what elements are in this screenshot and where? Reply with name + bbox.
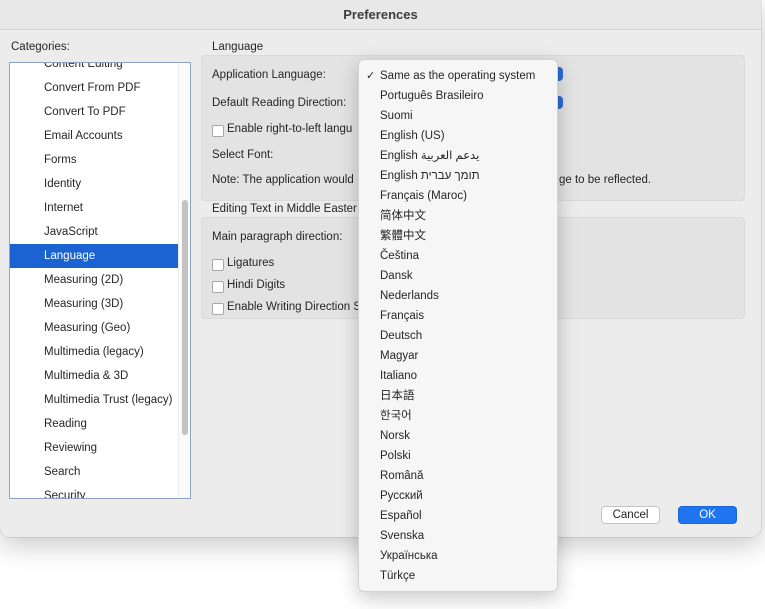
- language-option-label: 简体中文: [380, 210, 426, 222]
- language-dropdown-menu[interactable]: ✓ Same as the operating system Português B…: [358, 59, 558, 592]
- rtl-label: Enable right-to-left langu: [227, 123, 353, 135]
- language-option[interactable]: Nederlands: [359, 286, 557, 306]
- language-option-label: Español: [380, 510, 422, 522]
- language-option-label: Dansk: [380, 270, 413, 282]
- sidebar-item-identity[interactable]: Identity: [10, 172, 180, 196]
- language-option[interactable]: ✓ Same as the operating system: [359, 66, 557, 86]
- window-title: Preferences: [0, 0, 761, 30]
- sidebar-item-forms[interactable]: Forms: [10, 148, 180, 172]
- language-option[interactable]: Polski: [359, 446, 557, 466]
- language-option-label: 한국어: [380, 410, 412, 422]
- language-option[interactable]: Türkçe: [359, 566, 557, 586]
- language-option-label: Svenska: [380, 530, 425, 542]
- language-option-label: Polski: [380, 450, 411, 462]
- sidebar-item-convert-from-pdf[interactable]: Convert From PDF: [10, 76, 180, 100]
- main-paragraph-direction-label: Main paragraph direction:: [212, 231, 343, 243]
- sidebar-item-security[interactable]: Security: [10, 484, 180, 498]
- language-option-label: Magyar: [380, 350, 419, 362]
- language-option-label: Русский: [380, 490, 423, 502]
- language-option-label: 繁體中文: [380, 230, 426, 242]
- language-option[interactable]: Українська: [359, 546, 557, 566]
- language-option[interactable]: English (US): [359, 126, 557, 146]
- sidebar-item-measuring-geo[interactable]: Measuring (Geo): [10, 316, 180, 340]
- language-option[interactable]: Deutsch: [359, 326, 557, 346]
- language-option[interactable]: Magyar: [359, 346, 557, 366]
- language-option[interactable]: Français: [359, 306, 557, 326]
- application-language-label: Application Language:: [212, 69, 326, 81]
- language-option[interactable]: English يدعم العربية: [359, 146, 557, 166]
- cancel-button[interactable]: Cancel: [601, 506, 660, 524]
- sidebar-item-multimedia-3d[interactable]: Multimedia & 3D: [10, 364, 180, 388]
- language-section-title: Language: [212, 41, 264, 53]
- language-option-label: Suomi: [380, 110, 413, 122]
- middle-eastern-section-title: Editing Text in Middle Easter: [212, 203, 357, 215]
- default-reading-direction-label: Default Reading Direction:: [212, 97, 347, 109]
- categories-scrollbar[interactable]: [178, 63, 190, 498]
- language-option-label: Italiano: [380, 370, 418, 382]
- language-option-label: Português Brasileiro: [380, 90, 484, 102]
- language-option[interactable]: Suomi: [359, 106, 557, 126]
- language-option[interactable]: 繁體中文: [359, 226, 557, 246]
- sidebar-item-multimedia-legacy[interactable]: Multimedia (legacy): [10, 340, 180, 364]
- sidebar-item-measuring-3d[interactable]: Measuring (3D): [10, 292, 180, 316]
- writing-direction-checkbox[interactable]: [212, 303, 224, 315]
- hindi-digits-checkbox[interactable]: [212, 281, 224, 293]
- language-option-label: English תומך עברית: [380, 170, 480, 182]
- language-option-label: Українська: [380, 550, 438, 562]
- language-option[interactable]: Svenska: [359, 526, 557, 546]
- language-option-label: Deutsch: [380, 330, 423, 342]
- sidebar-item-language[interactable]: Language: [10, 244, 180, 268]
- sidebar-item-multimedia-trust-legacy[interactable]: Multimedia Trust (legacy): [10, 388, 180, 412]
- language-option[interactable]: Dansk: [359, 266, 557, 286]
- language-option[interactable]: Русский: [359, 486, 557, 506]
- note-text-end: ge to be reflected.: [559, 174, 652, 186]
- ligatures-label: Ligatures: [227, 257, 275, 269]
- language-option-label: Norsk: [380, 430, 411, 442]
- language-option-label: Română: [380, 470, 424, 482]
- sidebar-item-email-accounts[interactable]: Email Accounts: [10, 124, 180, 148]
- language-option[interactable]: 日本語: [359, 386, 557, 406]
- sidebar-item-reading[interactable]: Reading: [10, 412, 180, 436]
- language-option[interactable]: Čeština: [359, 246, 557, 266]
- categories-items: Content Editing Convert From PDF Convert T…: [10, 63, 180, 498]
- language-option-label: Français: [380, 310, 425, 322]
- language-option[interactable]: Norsk: [359, 426, 557, 446]
- sidebar-item-javascript[interactable]: JavaScript: [10, 220, 180, 244]
- language-option-label: Same as the operating system: [380, 70, 536, 82]
- language-option[interactable]: 한국어: [359, 406, 557, 426]
- language-option-label: Français (Maroc): [380, 190, 467, 202]
- writing-direction-label: Enable Writing Direction S: [227, 301, 362, 313]
- sidebar-item-measuring-2d[interactable]: Measuring (2D): [10, 268, 180, 292]
- hindi-digits-label: Hindi Digits: [227, 279, 286, 291]
- rtl-checkbox[interactable]: [212, 125, 224, 137]
- language-option[interactable]: Français (Maroc): [359, 186, 557, 206]
- note-text-start: Note: The application would: [212, 174, 354, 186]
- sidebar-item-internet[interactable]: Internet: [10, 196, 180, 220]
- language-option-label: Nederlands: [380, 290, 439, 302]
- language-option[interactable]: Italiano: [359, 366, 557, 386]
- sidebar-item-content-editing[interactable]: Content Editing: [10, 63, 180, 76]
- language-option-label: 日本語: [380, 390, 415, 402]
- language-option[interactable]: Română: [359, 466, 557, 486]
- language-option-label: English يدعم العربية: [380, 150, 480, 162]
- language-menu-items: ✓ Same as the operating system Português B…: [359, 66, 557, 586]
- language-option-label: Čeština: [380, 250, 419, 262]
- categories-label: Categories:: [11, 41, 70, 53]
- language-option[interactable]: 简体中文: [359, 206, 557, 226]
- language-option[interactable]: Português Brasileiro: [359, 86, 557, 106]
- sidebar-item-reviewing[interactable]: Reviewing: [10, 436, 180, 460]
- language-option-label: English (US): [380, 130, 445, 142]
- language-option-label: Türkçe: [380, 570, 416, 582]
- ligatures-checkbox[interactable]: [212, 259, 224, 271]
- select-font-label: Select Font:: [212, 149, 274, 161]
- categories-list[interactable]: Content Editing Convert From PDF Convert T…: [9, 62, 191, 499]
- language-option[interactable]: Español: [359, 506, 557, 526]
- sidebar-item-search[interactable]: Search: [10, 460, 180, 484]
- categories-scroll-thumb[interactable]: [182, 200, 188, 435]
- ok-button[interactable]: OK: [678, 506, 737, 524]
- checkmark-icon: ✓: [366, 70, 376, 82]
- sidebar-item-convert-to-pdf[interactable]: Convert To PDF: [10, 100, 180, 124]
- language-option[interactable]: English תומך עברית: [359, 166, 557, 186]
